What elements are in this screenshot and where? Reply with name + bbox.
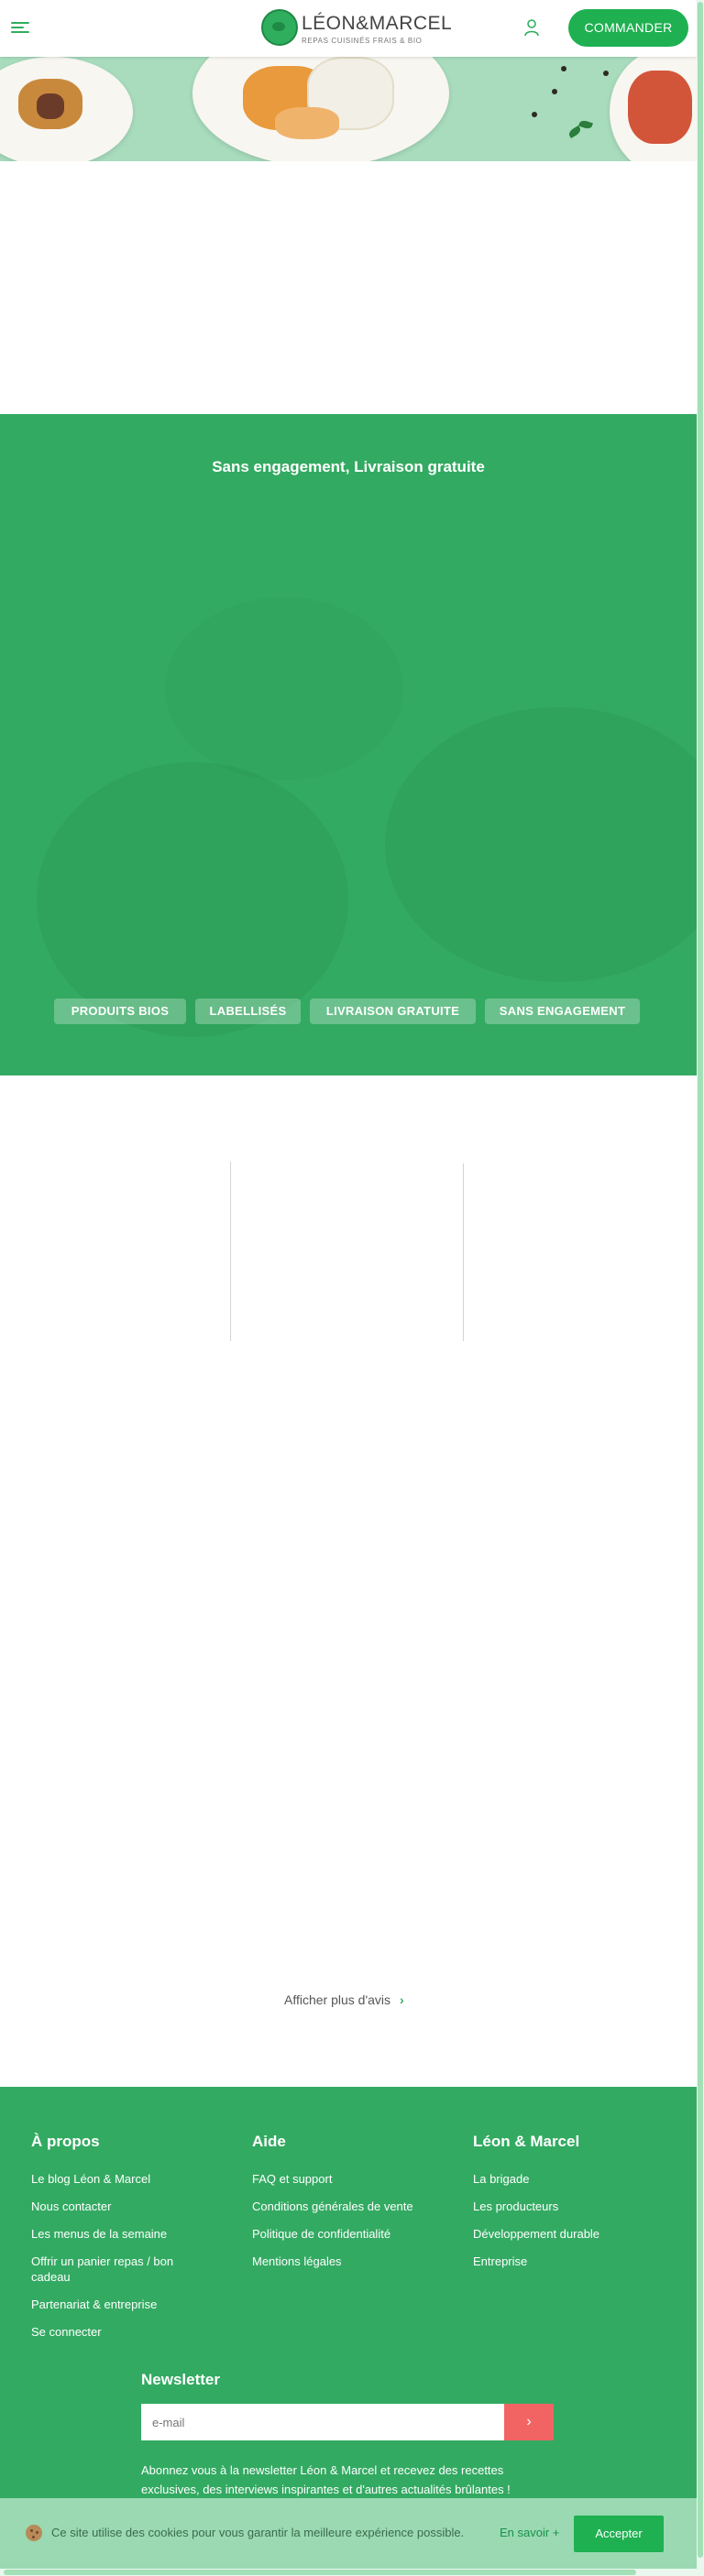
order-button[interactable]: COMMANDER: [568, 9, 688, 47]
review-divider: [463, 1163, 464, 1341]
brand-mark-icon: [261, 9, 298, 46]
cookie-message: Ce site utilise des cookies pour vous ga…: [51, 2526, 465, 2539]
footer-link-menus[interactable]: Les menus de la semaine: [31, 2226, 214, 2242]
benefits-band: Sans engagement, Livraison gratuite PROD…: [0, 414, 697, 1075]
cookie-icon: [26, 2525, 42, 2541]
footer-help-title: Aide: [252, 2133, 286, 2150]
newsletter-email-input[interactable]: [141, 2404, 504, 2440]
newsletter-submit-button[interactable]: ›: [504, 2404, 554, 2440]
newsletter: Newsletter › Abonnez vous à la newslette…: [141, 2371, 554, 2499]
footer-link-partnership[interactable]: Partenariat & entreprise: [31, 2297, 214, 2312]
footer-link-blog[interactable]: Le blog Léon & Marcel: [31, 2171, 214, 2187]
footer-help: Aide FAQ et support Conditions générales…: [252, 2133, 435, 2281]
footer-link-gift[interactable]: Offrir un panier repas / bon cadeau: [31, 2254, 205, 2285]
pill-organic: PRODUITS BIOS: [54, 999, 186, 1024]
horizontal-scrollbar[interactable]: [0, 2569, 697, 2576]
newsletter-form: ›: [141, 2404, 554, 2440]
footer-link-business[interactable]: Entreprise: [473, 2254, 656, 2269]
benefit-pills: PRODUITS BIOS LABELLISÉS LIVRAISON GRATU…: [0, 999, 697, 1024]
hero-image: [0, 57, 697, 161]
menu-icon[interactable]: [11, 20, 31, 35]
page: LÉON&MARCEL REPAS CUISINÉS FRAIS & BIO C…: [0, 0, 697, 2576]
newsletter-description: Abonnez vous à la newsletter Léon & Marc…: [141, 2463, 511, 2496]
footer-link-producers[interactable]: Les producteurs: [473, 2199, 656, 2214]
user-icon[interactable]: [523, 18, 540, 37]
pill-no-commitment: SANS ENGAGEMENT: [485, 999, 640, 1024]
footer-link-contact[interactable]: Nous contacter: [31, 2199, 214, 2214]
brand-name: LÉON&MARCEL: [302, 13, 453, 34]
band-title: Sans engagement, Livraison gratuite: [212, 458, 485, 475]
brand-logo[interactable]: LÉON&MARCEL REPAS CUISINÉS FRAIS & BIO: [261, 7, 452, 49]
more-reviews-link[interactable]: Afficher plus d'avis ›: [284, 1992, 404, 2011]
footer-link-privacy[interactable]: Politique de confidentialité: [252, 2226, 435, 2242]
site-header: LÉON&MARCEL REPAS CUISINÉS FRAIS & BIO C…: [0, 0, 697, 57]
more-reviews-label: Afficher plus d'avis: [284, 1992, 391, 2007]
footer-link-legal[interactable]: Mentions légales: [252, 2254, 435, 2269]
footer-about-title: À propos: [31, 2133, 100, 2150]
footer-link-login[interactable]: Se connecter: [31, 2324, 214, 2340]
footer-link-cgv[interactable]: Conditions générales de vente: [252, 2199, 435, 2214]
vertical-scrollbar[interactable]: [697, 0, 704, 2576]
footer-company: Léon & Marcel La brigade Les producteurs…: [473, 2133, 656, 2281]
cookie-banner: Ce site utilise des cookies pour vous ga…: [0, 2498, 697, 2569]
cookie-learn-more-link[interactable]: En savoir +: [500, 2526, 559, 2539]
cookie-accept-button[interactable]: Accepter: [574, 2516, 664, 2552]
chevron-right-icon: ›: [400, 1992, 404, 2007]
footer-link-brigade[interactable]: La brigade: [473, 2171, 656, 2187]
footer-company-title: Léon & Marcel: [473, 2133, 580, 2150]
review-divider: [230, 1162, 231, 1341]
chevron-right-icon: ›: [526, 2414, 532, 2429]
brand-tagline: REPAS CUISINÉS FRAIS & BIO: [302, 37, 423, 45]
footer-link-faq[interactable]: FAQ et support: [252, 2171, 435, 2187]
footer-about: À propos Le blog Léon & Marcel Nous cont…: [31, 2133, 214, 2352]
newsletter-title: Newsletter: [141, 2371, 220, 2388]
pill-free-delivery: LIVRAISON GRATUITE: [310, 999, 476, 1024]
pill-labelled: LABELLISÉS: [195, 999, 301, 1024]
footer-link-sustainability[interactable]: Développement durable: [473, 2226, 656, 2242]
